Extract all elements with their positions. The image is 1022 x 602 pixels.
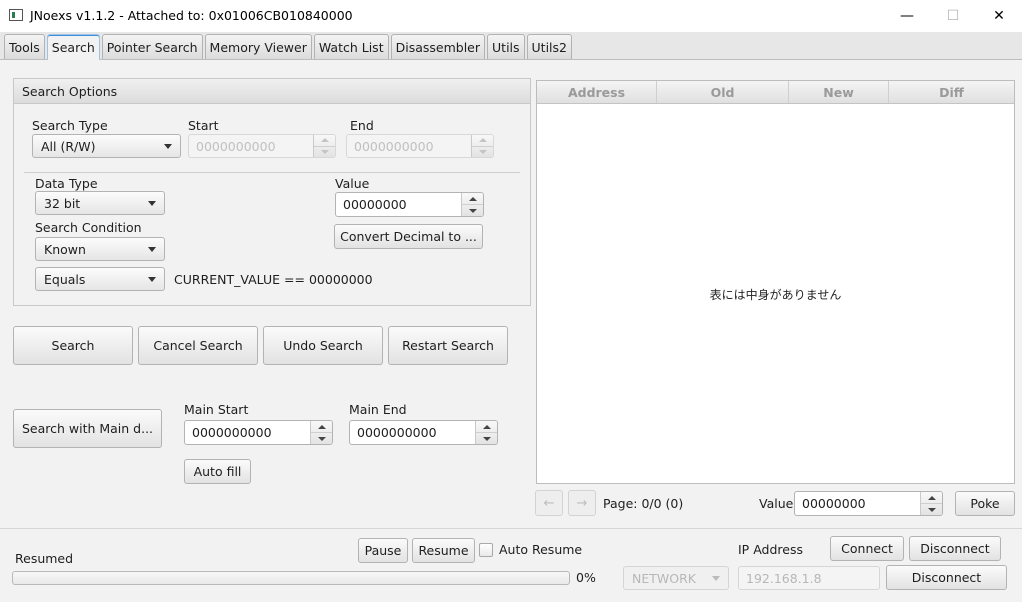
main-start-label: Main Start — [184, 402, 249, 417]
search-button[interactable]: Search — [13, 326, 133, 365]
column-header-new[interactable]: New — [789, 81, 889, 103]
decrement-icon[interactable] — [921, 504, 942, 515]
search-type-select[interactable]: All (R/W) — [32, 134, 181, 158]
increment-icon[interactable] — [476, 421, 497, 433]
decrement-icon[interactable] — [314, 147, 335, 158]
title-bar: JNoexs v1.1.2 - Attached to: 0x01006CB01… — [0, 0, 1022, 32]
comparison-value: Equals — [44, 271, 86, 287]
status-text: Resumed — [15, 551, 74, 566]
cancel-search-button[interactable]: Cancel Search — [138, 326, 258, 365]
increment-icon[interactable] — [462, 193, 483, 205]
data-type-label: Data Type — [35, 176, 98, 191]
tab-search[interactable]: Search — [46, 34, 100, 60]
increment-icon[interactable] — [921, 492, 942, 504]
tab-disassembler[interactable]: Disassembler — [390, 34, 486, 59]
ip-address-label: IP Address — [738, 542, 803, 557]
chevron-down-icon — [148, 200, 156, 206]
main-end-label: Main End — [349, 402, 407, 417]
tab-utils[interactable]: Utils — [487, 34, 525, 59]
restart-search-button[interactable]: Restart Search — [388, 326, 508, 365]
poke-value-spinner[interactable]: 00000000 — [794, 491, 943, 516]
decrement-icon[interactable] — [462, 205, 483, 216]
disconnect-button-bottom[interactable]: Disconnect — [886, 565, 1007, 590]
search-condition-label: Search Condition — [35, 220, 142, 235]
tab-memory-viewer[interactable]: Memory Viewer — [204, 34, 312, 59]
main-start-input[interactable]: 0000000000 — [185, 421, 310, 444]
connect-button[interactable]: Connect — [830, 536, 904, 561]
chevron-down-icon — [148, 246, 156, 252]
separator — [24, 172, 520, 173]
auto-resume-label[interactable]: Auto Resume — [499, 542, 582, 557]
decrement-icon[interactable] — [472, 147, 493, 158]
search-condition-value: Known — [44, 241, 86, 257]
chevron-down-icon — [148, 276, 156, 282]
main-end-spinner[interactable]: 0000000000 — [349, 420, 498, 445]
page-indicator: Page: 0/0 (0) — [603, 496, 684, 511]
search-options-header[interactable]: Search Options — [14, 79, 530, 104]
table-header: Address Old New Diff — [537, 81, 1014, 104]
increment-icon[interactable] — [314, 135, 335, 147]
close-button[interactable]: ✕ — [976, 0, 1022, 32]
start-address-spinner[interactable]: 0000000000 — [188, 134, 336, 158]
disconnect-button-top[interactable]: Disconnect — [909, 536, 1001, 561]
value-input[interactable]: 00000000 — [336, 193, 461, 216]
minimize-button[interactable]: — — [884, 0, 930, 32]
auto-resume-checkbox[interactable] — [479, 543, 493, 557]
increment-icon[interactable] — [311, 421, 332, 433]
maximize-button[interactable]: ☐ — [930, 0, 976, 32]
auto-fill-button[interactable]: Auto fill — [184, 459, 251, 484]
poke-button[interactable]: Poke — [955, 491, 1015, 516]
start-address-input[interactable]: 0000000000 — [189, 135, 313, 157]
chevron-down-icon — [164, 143, 172, 149]
tab-list: Tools Search Pointer Search Memory Viewe… — [4, 34, 572, 60]
main-start-spinner[interactable]: 0000000000 — [184, 420, 333, 445]
main-end-input[interactable]: 0000000000 — [350, 421, 475, 444]
results-table[interactable]: Address Old New Diff 表には中身がありません — [536, 80, 1015, 484]
tab-utils2[interactable]: Utils2 — [526, 34, 572, 59]
window-title: JNoexs v1.1.2 - Attached to: 0x01006CB01… — [30, 8, 353, 23]
chevron-down-icon — [712, 575, 720, 581]
search-with-main-button[interactable]: Search with Main d... — [13, 409, 162, 448]
end-address-spinner[interactable]: 0000000000 — [346, 134, 494, 158]
tab-pointer-search[interactable]: Pointer Search — [101, 34, 203, 59]
resume-button[interactable]: Resume — [412, 538, 475, 563]
column-header-address[interactable]: Address — [537, 81, 657, 103]
tab-tools[interactable]: Tools — [4, 34, 45, 59]
search-type-value: All (R/W) — [41, 138, 96, 154]
comparison-select[interactable]: Equals — [35, 267, 165, 291]
convert-decimal-button[interactable]: Convert Decimal to ... — [334, 224, 483, 249]
condition-expression: CURRENT_VALUE == 00000000 — [174, 272, 373, 287]
next-page-button[interactable]: → — [568, 490, 596, 516]
search-options-title: Search Options — [22, 83, 118, 99]
column-header-old[interactable]: Old — [657, 81, 789, 103]
empty-table-message: 表には中身がありません — [709, 288, 842, 302]
poke-value-label: Value — [759, 496, 794, 511]
value-spinner[interactable]: 00000000 — [335, 192, 484, 217]
data-type-value: 32 bit — [44, 195, 81, 211]
value-label: Value — [335, 176, 370, 191]
data-type-select[interactable]: 32 bit — [35, 191, 165, 215]
connection-mode-select[interactable]: NETWORK — [623, 566, 729, 590]
end-address-input[interactable]: 0000000000 — [347, 135, 471, 157]
app-icon — [9, 9, 23, 21]
undo-search-button[interactable]: Undo Search — [263, 326, 383, 365]
search-type-label: Search Type — [32, 118, 108, 133]
decrement-icon[interactable] — [476, 433, 497, 444]
status-separator — [0, 528, 1022, 529]
tab-watch-list[interactable]: Watch List — [313, 34, 389, 59]
connection-mode-value: NETWORK — [632, 570, 696, 586]
poke-value-input[interactable]: 00000000 — [795, 492, 920, 515]
column-header-diff[interactable]: Diff — [889, 81, 1014, 103]
decrement-icon[interactable] — [311, 433, 332, 444]
pause-button[interactable]: Pause — [358, 538, 408, 563]
increment-icon[interactable] — [472, 135, 493, 147]
previous-page-button[interactable]: ← — [535, 490, 563, 516]
search-condition-select[interactable]: Known — [35, 237, 165, 261]
start-label: Start — [188, 118, 219, 133]
ip-address-input[interactable]: 192.168.1.8 — [738, 566, 880, 590]
progress-percent: 0% — [576, 570, 596, 585]
end-label: End — [350, 118, 374, 133]
progress-bar — [12, 571, 570, 585]
